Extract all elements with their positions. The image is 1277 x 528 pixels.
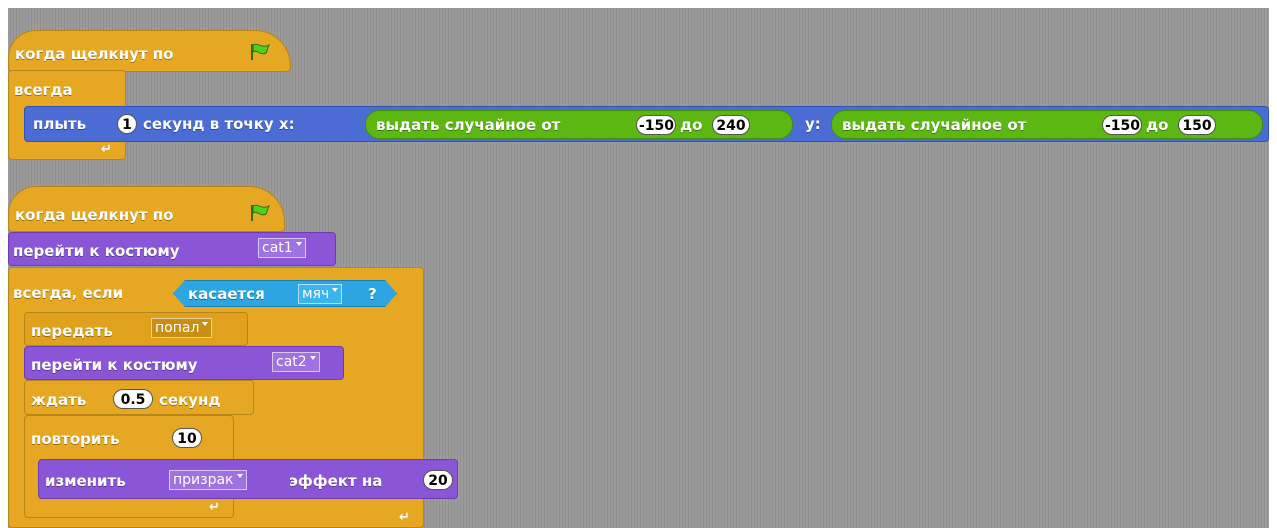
random-to-label: до xyxy=(680,116,703,134)
when-flag-clicked-hat-2[interactable]: когда щелкнут по xyxy=(8,186,285,232)
switch-costume-label: перейти к костюму xyxy=(13,242,180,260)
random-x-reporter[interactable]: выдать случайное от -150 до 240 xyxy=(365,110,793,139)
random-y-reporter[interactable]: выдать случайное от -150 до 150 xyxy=(831,110,1263,139)
loop-arrow-icon: ↵ xyxy=(399,510,410,525)
random-x-from-input[interactable]: -150 xyxy=(636,115,676,135)
loop-arrow-icon: ↵ xyxy=(101,142,112,157)
glide-secs-input[interactable]: 1 xyxy=(117,114,137,134)
switch-costume-block-2[interactable]: перейти к костюму cat2 xyxy=(24,346,344,380)
green-flag-icon xyxy=(251,204,270,221)
when-flag-clicked-hat-1[interactable]: когда щелкнут по xyxy=(8,30,291,72)
costume-dropdown[interactable]: cat1 xyxy=(258,238,306,258)
random-to-label: до xyxy=(1146,116,1169,134)
touching-label: касается xyxy=(188,285,265,303)
hat-label: когда щелкнут по xyxy=(15,206,174,224)
change-effect-block[interactable]: изменить призрак эффект на 20 xyxy=(38,459,458,499)
forever-label: всегда xyxy=(14,81,73,99)
change-effect-label: изменить xyxy=(45,472,126,490)
wait-block[interactable]: ждать 0.5 секунд xyxy=(24,380,254,415)
repeat-label: повторить xyxy=(31,430,120,448)
glide-y-label: y: xyxy=(805,115,821,133)
broadcast-label: передать xyxy=(31,322,113,340)
broadcast-block[interactable]: передать попал xyxy=(24,312,248,346)
switch-costume-label: перейти к костюму xyxy=(31,356,198,374)
touching-dropdown[interactable]: мяч xyxy=(298,284,342,304)
forever-if-label: всегда, если xyxy=(13,284,124,302)
wait-label: ждать xyxy=(31,391,87,409)
glide-block[interactable]: плыть 1 секунд в точку x: выдать случайн… xyxy=(24,106,1269,142)
random-y-to-input[interactable]: 150 xyxy=(1178,115,1216,135)
glide-prefix: плыть xyxy=(33,115,87,133)
wait-unit-label: секунд xyxy=(159,391,221,409)
hat-label: когда щелкнут по xyxy=(15,45,174,63)
random-x-to-input[interactable]: 240 xyxy=(712,115,750,135)
switch-costume-block-1[interactable]: перейти к костюму cat1 xyxy=(8,232,336,266)
effect-dropdown[interactable]: призрак xyxy=(169,470,247,490)
change-effect-amount-input[interactable]: 20 xyxy=(423,470,453,490)
touching-reporter[interactable]: касается мяч ? xyxy=(173,280,397,307)
random-y-from-input[interactable]: -150 xyxy=(1102,115,1142,135)
broadcast-dropdown[interactable]: попал xyxy=(151,318,213,338)
green-flag-icon xyxy=(251,43,270,60)
scripts-area[interactable]: когда щелкнут по всегда ↵ плыть 1 секунд… xyxy=(8,8,1269,528)
wait-seconds-input[interactable]: 0.5 xyxy=(113,389,153,409)
touching-question: ? xyxy=(368,285,377,303)
repeat-count-input[interactable]: 10 xyxy=(172,428,202,448)
costume-dropdown[interactable]: cat2 xyxy=(272,352,320,372)
change-effect-mid: эффект на xyxy=(289,472,383,490)
glide-mid-label: секунд в точку x: xyxy=(143,115,295,133)
random-from-label: выдать случайное от xyxy=(842,116,1027,134)
loop-arrow-icon: ↵ xyxy=(209,500,220,515)
random-from-label: выдать случайное от xyxy=(376,116,561,134)
